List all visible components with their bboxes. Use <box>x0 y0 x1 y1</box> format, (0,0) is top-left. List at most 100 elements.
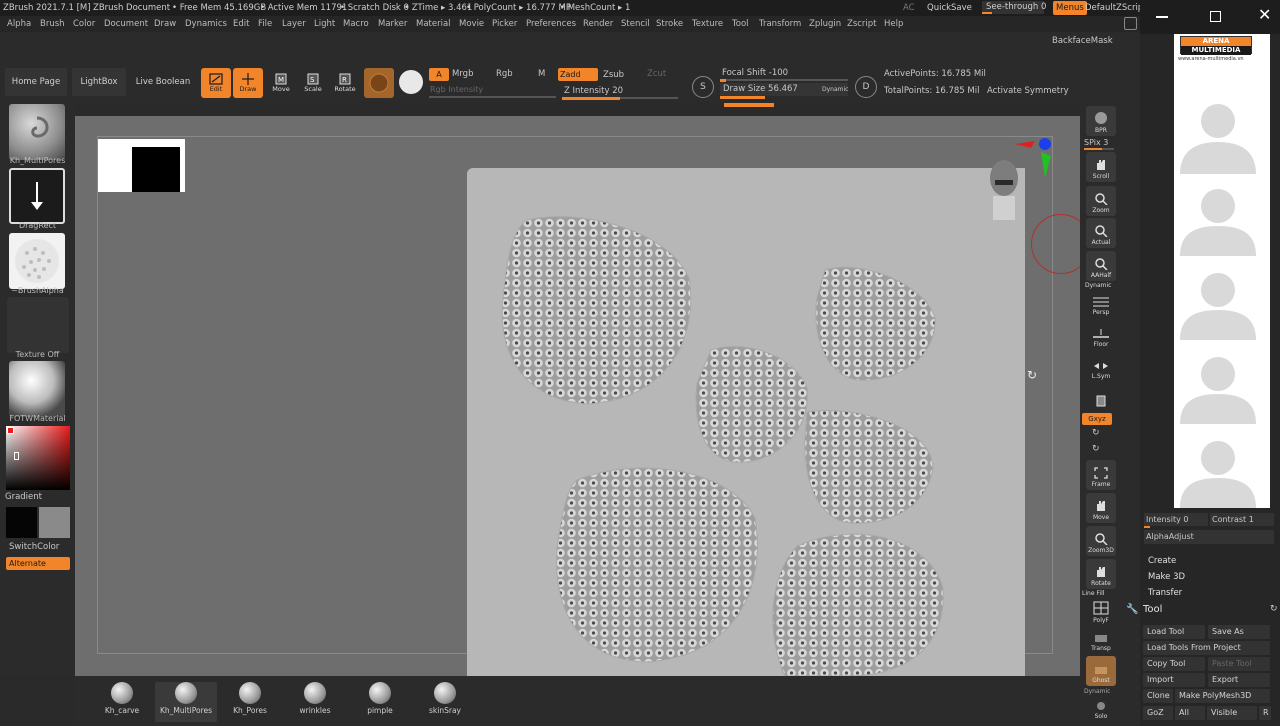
spix-slider[interactable]: SPix 3 <box>1084 138 1108 147</box>
a-toggle[interactable]: A <box>429 68 449 81</box>
rotate-button[interactable]: R Rotate <box>330 68 360 98</box>
zaxis-icon[interactable]: ↻ <box>1092 444 1100 454</box>
menu-preferences[interactable]: Preferences <box>526 16 576 32</box>
menu-alpha[interactable]: Alpha <box>7 16 31 32</box>
load-tool-button[interactable]: Load Tool <box>1143 625 1205 639</box>
brush-kh-carve[interactable]: Kh_carve <box>95 682 149 722</box>
menus-button[interactable]: Menus <box>1053 1 1087 15</box>
lightbox-button[interactable]: LightBox <box>72 68 126 96</box>
intensity-slider[interactable]: Intensity 0 <box>1144 513 1208 526</box>
menu-dynamics[interactable]: Dynamics <box>185 16 227 32</box>
zoom-button[interactable]: Zoom <box>1086 186 1116 216</box>
floor-button[interactable]: Floor <box>1086 320 1116 350</box>
stroke-thumbnail[interactable] <box>9 168 65 224</box>
switch-color-button[interactable]: SwitchColor <box>9 542 59 552</box>
gxyz-button[interactable]: Gxyz <box>1082 413 1112 425</box>
menu-macro[interactable]: Macro <box>343 16 369 32</box>
aahalf-button[interactable]: AAHalf <box>1086 251 1116 281</box>
all-button[interactable]: All <box>1175 706 1205 720</box>
move-view-button[interactable]: Move <box>1086 493 1116 523</box>
dynamic-toggle[interactable]: Dynamic <box>822 86 848 93</box>
rotate-view-button[interactable]: Rotate <box>1086 559 1116 589</box>
minimize-icon[interactable] <box>1156 16 1168 18</box>
make-polymesh-button[interactable]: Make PolyMesh3D <box>1175 689 1270 703</box>
close-icon[interactable]: ✕ <box>1258 5 1271 25</box>
brush-kh-multipores[interactable]: Kh_MultiPores <box>155 682 217 722</box>
lsym-button[interactable]: L.Sym <box>1086 352 1116 382</box>
local-button[interactable] <box>1086 382 1116 412</box>
scroll-button[interactable]: Scroll <box>1086 152 1116 182</box>
maximize-icon[interactable] <box>1210 11 1221 22</box>
gradient-label[interactable]: Gradient <box>5 492 42 502</box>
load-tools-from-project-button[interactable]: Load Tools From Project <box>1143 641 1270 655</box>
brush-thumbnail[interactable] <box>9 104 65 160</box>
visible-button[interactable]: Visible <box>1207 706 1257 720</box>
menu-tool[interactable]: Tool <box>732 16 749 32</box>
draw-size-slider[interactable]: Draw Size 56.467 <box>723 84 798 94</box>
paste-tool-button[interactable]: Paste Tool <box>1208 657 1270 671</box>
polyf-button[interactable]: PolyF <box>1086 596 1116 626</box>
menu-texture[interactable]: Texture <box>692 16 723 32</box>
menu-brush[interactable]: Brush <box>40 16 65 32</box>
menu-help[interactable]: Help <box>884 16 903 32</box>
menu-stroke[interactable]: Stroke <box>656 16 683 32</box>
texture-thumbnail[interactable] <box>7 297 69 353</box>
draw-button[interactable]: Draw <box>233 68 263 98</box>
menu-zplugin[interactable]: Zplugin <box>809 16 841 32</box>
sculpt-plane[interactable] <box>467 168 1025 677</box>
sculptris-button[interactable] <box>364 68 394 98</box>
import-button[interactable]: Import <box>1143 673 1205 687</box>
material-sphere-icon[interactable] <box>399 70 423 94</box>
scale-button[interactable]: S Scale <box>298 68 328 98</box>
menu-render[interactable]: Render <box>583 16 613 32</box>
main-color-swatch[interactable] <box>6 507 37 538</box>
default-zscript[interactable]: DefaultZScript <box>1085 0 1147 16</box>
export-button[interactable]: Export <box>1208 673 1270 687</box>
alternate-button[interactable]: Alternate <box>6 557 70 570</box>
persp-button[interactable]: Persp <box>1086 288 1116 318</box>
quicksave-button[interactable]: QuickSave <box>927 0 972 16</box>
menu-document[interactable]: Document <box>104 16 148 32</box>
yaxis-icon[interactable]: ↻ <box>1092 428 1100 438</box>
save-as-button[interactable]: Save As <box>1208 625 1270 639</box>
brush-skinsray[interactable]: skinSray <box>418 682 472 722</box>
make-3d-menu[interactable]: Make 3D <box>1148 572 1185 582</box>
ghost-button[interactable]: Ghost <box>1086 656 1116 686</box>
menu-material[interactable]: Material <box>416 16 451 32</box>
menu-zscript[interactable]: Zscript <box>847 16 877 32</box>
frame-button[interactable]: Frame <box>1086 460 1116 490</box>
rgb-intensity-slider[interactable]: Rgb Intensity <box>430 85 483 94</box>
rgb-toggle[interactable]: Rgb <box>496 69 513 79</box>
menu-movie[interactable]: Movie <box>459 16 484 32</box>
clone-button[interactable]: Clone <box>1143 689 1173 703</box>
navigator-thumbnail[interactable] <box>98 139 185 192</box>
focal-shift-slider[interactable]: Focal Shift -100 <box>722 68 788 78</box>
menu-picker[interactable]: Picker <box>492 16 517 32</box>
create-menu[interactable]: Create <box>1148 556 1176 566</box>
home-page-button[interactable]: Home Page <box>5 68 67 96</box>
zadd-toggle[interactable]: Zadd <box>558 68 598 81</box>
alpha-thumbnail[interactable] <box>9 233 65 289</box>
r-button[interactable]: R <box>1259 706 1271 720</box>
contrast-slider[interactable]: Contrast 1 <box>1210 513 1274 526</box>
brush-pimple[interactable]: pimple <box>353 682 407 722</box>
zoom3d-button[interactable]: Zoom3D <box>1086 526 1116 556</box>
menu-stencil[interactable]: Stencil <box>621 16 650 32</box>
goz-button[interactable]: GoZ <box>1143 706 1173 720</box>
refresh-icon[interactable]: ↻ <box>1270 604 1278 614</box>
live-boolean-button[interactable]: Live Boolean <box>132 68 194 96</box>
m-toggle[interactable]: M <box>538 69 545 79</box>
axis-gizmo-icon[interactable] <box>1011 136 1051 180</box>
mrgb-toggle[interactable]: Mrgb <box>452 69 473 79</box>
menu-color[interactable]: Color <box>73 16 95 32</box>
material-thumbnail[interactable] <box>9 361 65 417</box>
color-picker-cursor[interactable] <box>14 452 19 460</box>
layout-icon[interactable] <box>1124 17 1137 30</box>
s-icon[interactable]: S <box>692 76 714 98</box>
zcut-toggle[interactable]: Zcut <box>647 69 666 79</box>
menu-light[interactable]: Light <box>314 16 335 32</box>
tool-palette-title[interactable]: Tool <box>1143 604 1162 615</box>
backface-mask-button[interactable]: BackfaceMask <box>1052 36 1113 46</box>
z-intensity-slider[interactable]: Z Intensity 20 <box>564 86 623 96</box>
copy-tool-button[interactable]: Copy Tool <box>1143 657 1205 671</box>
